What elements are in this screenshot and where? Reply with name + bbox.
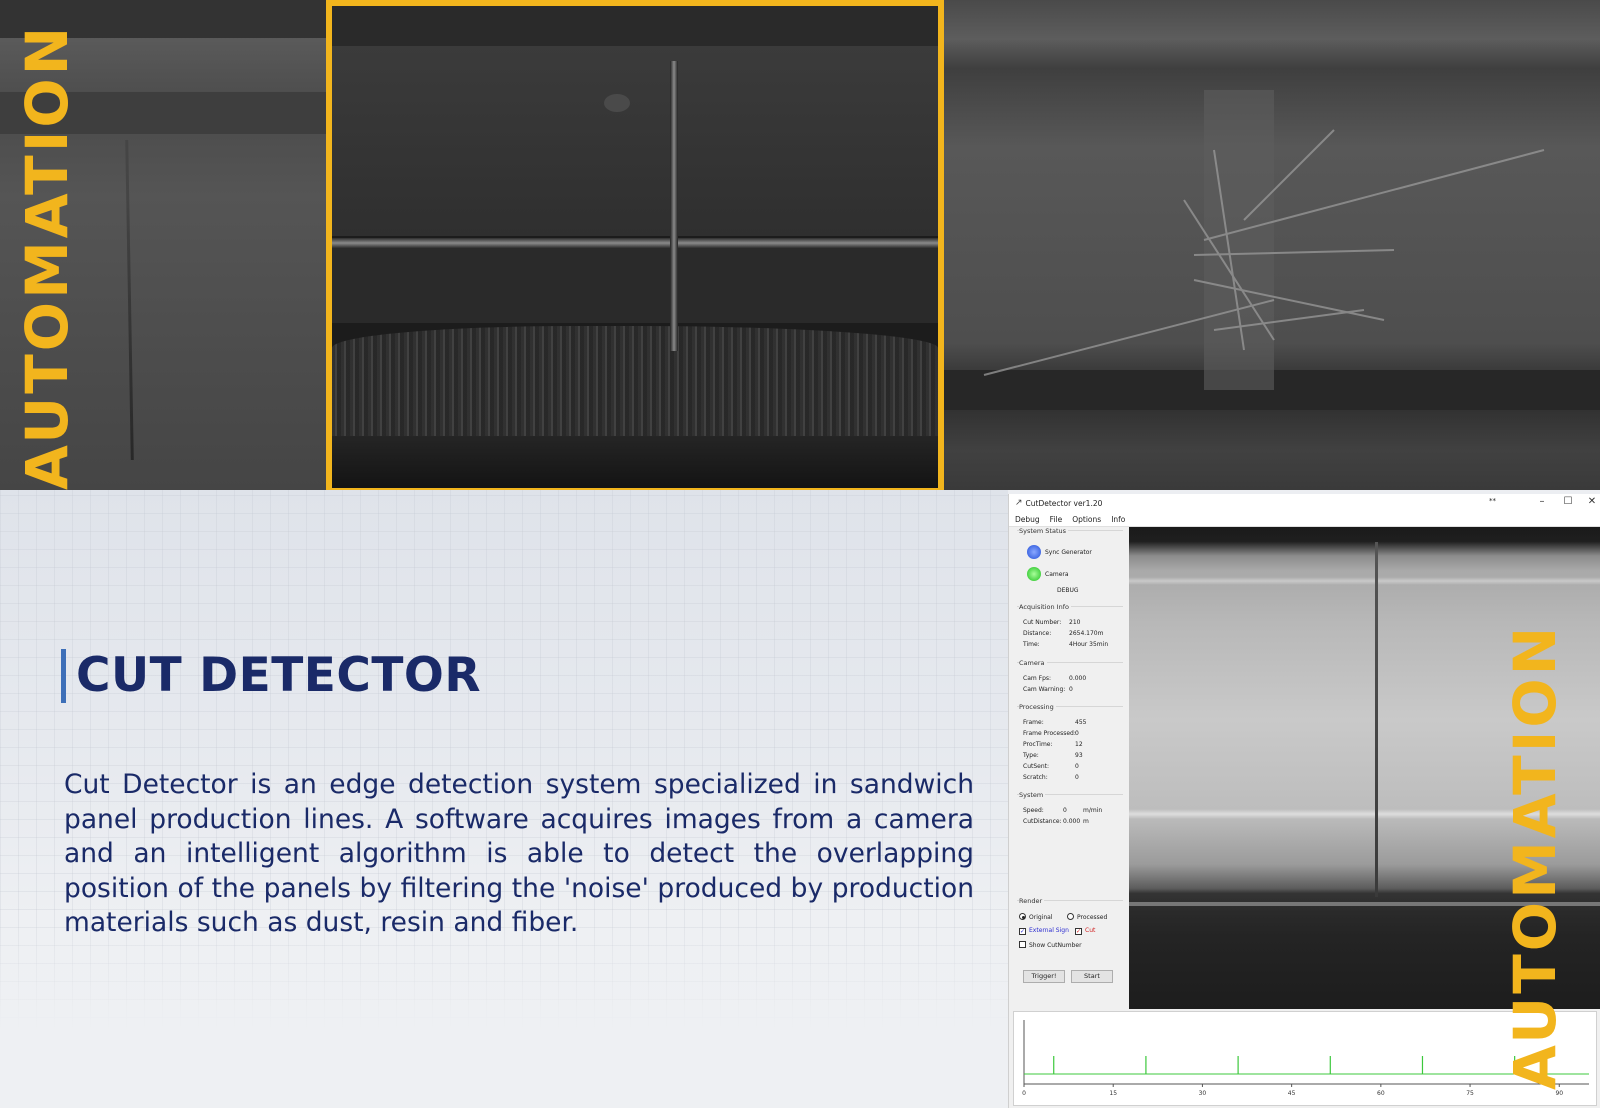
original-label: Original — [1029, 914, 1053, 921]
section-heading: CUT DETECTOR — [61, 648, 481, 703]
camera-image-frame — [326, 0, 944, 494]
chart-tick-label: 15 — [1109, 1090, 1117, 1097]
trigger-button[interactable]: Trigger! — [1023, 970, 1065, 983]
cam-fps-label: Cam Fps: — [1023, 675, 1052, 682]
menu-debug[interactable]: Debug — [1015, 515, 1040, 524]
cutsent-label: CutSent: — [1023, 763, 1050, 770]
speed-value: 0 — [1063, 807, 1067, 814]
frame-processed-label: Frame Processed: — [1023, 730, 1076, 737]
menu-info[interactable]: Info — [1111, 515, 1125, 524]
cut-number-label: Cut Number: — [1023, 619, 1062, 626]
app-logo-icon: ↗ — [1015, 498, 1023, 508]
menu-bar: Debug File Options Info — [1009, 512, 1600, 527]
chart-tick-label: 90 — [1555, 1090, 1563, 1097]
speed-unit: m/min — [1083, 807, 1103, 814]
system-status-title: System Status — [1019, 527, 1069, 535]
cut-label: Cut — [1085, 927, 1096, 934]
acquisition-title: Acquisition Info — [1019, 603, 1071, 611]
time-label: Time: — [1023, 641, 1040, 648]
chart-tick-label: 0 — [1022, 1090, 1026, 1097]
external-sign-label: External Sign — [1029, 927, 1069, 934]
minimize-button[interactable]: – — [1535, 496, 1549, 507]
render-title: Render — [1019, 897, 1045, 905]
proctime-label: ProcTime: — [1023, 741, 1053, 748]
frame-label: Frame: — [1023, 719, 1044, 726]
camera-status-label: Camera — [1045, 571, 1069, 578]
description-text: Cut Detector is an edge detection system… — [64, 769, 974, 938]
menu-file[interactable]: File — [1050, 515, 1063, 524]
cam-fps-value: 0.000 — [1069, 675, 1087, 682]
chart-tick-label: 75 — [1466, 1090, 1474, 1097]
system-group: System Speed: 0 m/min CutDistance: 0.000 m — [1017, 791, 1123, 834]
show-cutnumber-label: Show CutNumber — [1029, 942, 1082, 949]
title-accent-bar — [61, 648, 66, 703]
type-value: 93 — [1075, 752, 1083, 759]
system-status-group: System Status Sync Generator Camera DEBU… — [1017, 527, 1123, 600]
speed-label: Speed: — [1023, 807, 1044, 814]
processing-title: Processing — [1019, 703, 1056, 711]
panel-cut-line — [1375, 542, 1378, 897]
camera-group-title: Camera — [1019, 659, 1047, 667]
cut-checkbox[interactable]: ✓ Cut — [1075, 927, 1095, 935]
window-title: CutDetector ver1.20 — [1025, 498, 1103, 508]
chart-tick-label: 30 — [1199, 1090, 1207, 1097]
start-button[interactable]: Start — [1071, 970, 1113, 983]
automation-vertical-label: AUTOMATION — [13, 23, 81, 490]
scratch-label: Scratch: — [1023, 774, 1048, 781]
automation-vertical-label-right: AUTOMATION — [1501, 623, 1569, 1090]
proctime-value: 12 — [1075, 741, 1083, 748]
camera-led-icon — [1027, 567, 1041, 581]
time-value: 4Hour 35min — [1069, 641, 1109, 648]
cutdistance-value: 0.000 — [1063, 818, 1081, 825]
sync-generator-led-icon — [1027, 545, 1041, 559]
background-photo-right — [944, 0, 1600, 490]
original-radio[interactable]: Original — [1019, 913, 1052, 921]
distance-label: Distance: — [1023, 630, 1052, 637]
maximize-button[interactable]: ☐ — [1561, 496, 1575, 507]
page-title: CUT DETECTOR — [76, 648, 482, 703]
processing-group: Processing Frame: 455 Frame Processed: 0 P… — [1017, 703, 1123, 788]
type-label: Type: — [1023, 752, 1039, 759]
chart-tick-label: 45 — [1288, 1090, 1296, 1097]
control-panel: System Status Sync Generator Camera DEBU… — [1013, 527, 1125, 1008]
frame-processed-value: 0 — [1075, 730, 1079, 737]
cutdistance-label: CutDistance: — [1023, 818, 1062, 825]
chart-tick-label: 60 — [1377, 1090, 1385, 1097]
processed-label: Processed — [1077, 914, 1108, 921]
mode-label: DEBUG — [1057, 587, 1079, 594]
acquisition-group: Acquisition Info Cut Number: 210 Distance… — [1017, 603, 1123, 656]
window-extra-marker: ** — [1489, 497, 1496, 505]
cam-warning-label: Cam Warning: — [1023, 686, 1066, 693]
cut-number-value: 210 — [1069, 619, 1081, 626]
cutsent-value: 0 — [1075, 763, 1079, 770]
window-titlebar: ↗ CutDetector ver1.20 ** – ☐ ✕ — [1009, 494, 1600, 512]
distance-value: 2654.170m — [1069, 630, 1104, 637]
close-button[interactable]: ✕ — [1585, 496, 1599, 507]
processed-radio[interactable]: Processed — [1067, 913, 1107, 921]
frame-value: 455 — [1075, 719, 1087, 726]
cutdistance-unit: m — [1083, 818, 1089, 825]
system-title: System — [1019, 791, 1046, 799]
menu-options[interactable]: Options — [1072, 515, 1101, 524]
sync-generator-label: Sync Generator — [1045, 549, 1092, 556]
camera-group: Camera Cam Fps: 0.000 Cam Warning: 0 — [1017, 659, 1123, 700]
render-group: Render Original Processed ✓ External Sign… — [1017, 897, 1123, 960]
scratch-value: 0 — [1075, 774, 1079, 781]
external-sign-checkbox[interactable]: ✓ External Sign — [1019, 927, 1069, 935]
description-section: CUT DETECTOR Cut Detector is an edge det… — [0, 490, 1008, 1108]
cam-warning-value: 0 — [1069, 686, 1073, 693]
show-cutnumber-checkbox[interactable]: Show CutNumber — [1019, 941, 1082, 949]
